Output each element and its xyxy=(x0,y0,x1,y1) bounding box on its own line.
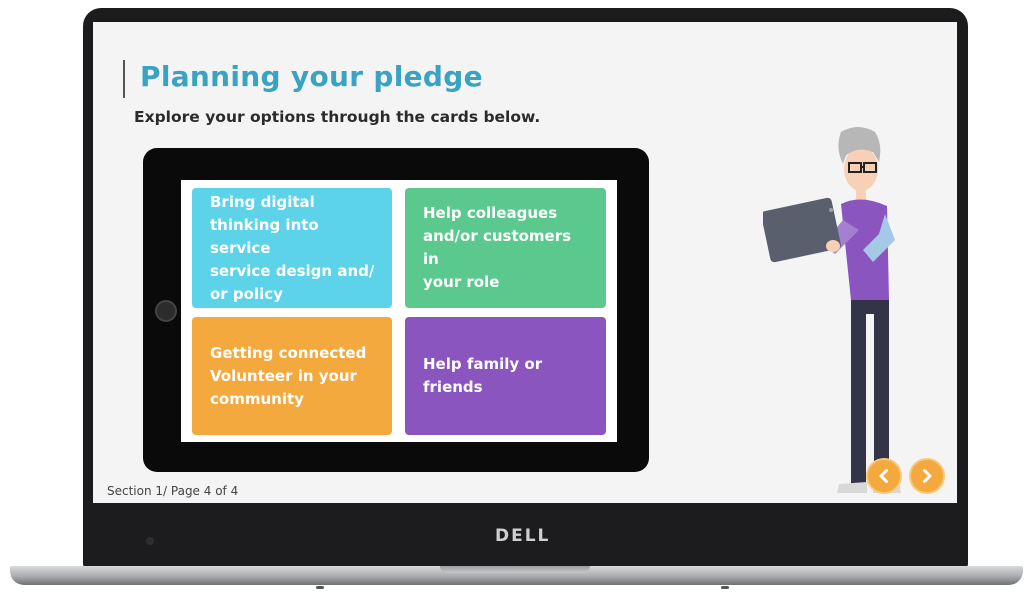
chevron-left-icon xyxy=(879,469,888,483)
card-line: Getting connected xyxy=(210,343,367,362)
laptop-foot xyxy=(316,586,324,589)
card-label: Getting connected Volunteer in your comm… xyxy=(210,342,366,411)
dell-logo: DELL xyxy=(495,526,551,546)
card-line: your role xyxy=(423,273,500,291)
tablet-home-button xyxy=(155,300,177,322)
man-holding-tablet-illustration xyxy=(763,127,901,493)
card-line: Help family or xyxy=(423,355,543,373)
title-accent-bar xyxy=(123,60,125,98)
page-title: Planning your pledge xyxy=(140,60,483,93)
card-label: Help family or friends xyxy=(423,353,542,399)
card-line: friends xyxy=(423,378,483,396)
webcam-icon xyxy=(146,537,154,545)
card-line: service design and/ xyxy=(210,261,375,280)
option-card-digital-thinking[interactable]: Bring digital thinking into service serv… xyxy=(192,188,392,308)
laptop-foot xyxy=(721,586,729,589)
card-line: community xyxy=(210,389,304,408)
laptop-hinge-notch xyxy=(440,566,590,573)
option-card-help-family[interactable]: Help family or friends xyxy=(405,317,606,435)
previous-button[interactable] xyxy=(866,458,902,494)
option-card-getting-connected[interactable]: Getting connected Volunteer in your comm… xyxy=(192,317,392,435)
section-page-indicator: Section 1/ Page 4 of 4 xyxy=(107,484,239,498)
card-grid: Bring digital thinking into service serv… xyxy=(181,180,617,442)
page-subtitle: Explore your options through the cards b… xyxy=(134,108,541,126)
option-card-help-colleagues[interactable]: Help colleagues and/or customers in your… xyxy=(405,188,606,308)
tablet-illustration: Bring digital thinking into service serv… xyxy=(143,148,649,472)
chevron-right-icon xyxy=(923,469,932,483)
next-button[interactable] xyxy=(909,458,945,494)
card-line: and/or customers in xyxy=(423,227,572,268)
slide-screen: Planning your pledge Explore your option… xyxy=(93,22,957,503)
card-line: or policy xyxy=(210,284,283,303)
card-line: Volunteer in your xyxy=(210,366,357,385)
card-label: Help colleagues and/or customers in your… xyxy=(423,202,592,294)
card-line: Bring digital xyxy=(210,192,315,211)
card-line: thinking into service xyxy=(210,215,319,257)
card-label: Bring digital thinking into service serv… xyxy=(210,191,378,306)
card-line: Help colleagues xyxy=(423,204,558,222)
